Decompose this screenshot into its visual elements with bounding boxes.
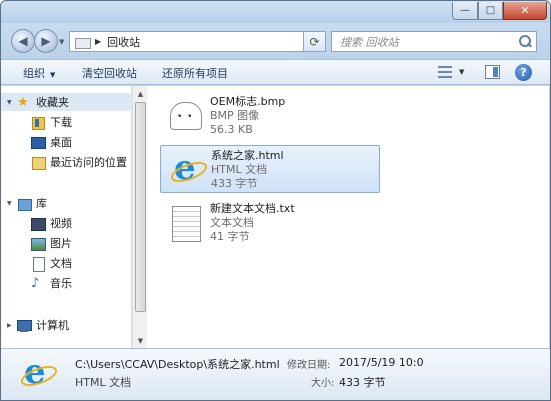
sidebar-item-videos[interactable]: 视频 [1,214,132,232]
help-icon[interactable]: ? [515,64,532,81]
sidebar-item-downloads[interactable]: 下载 [1,113,132,131]
sidebar-item-label: 文档 [50,257,72,270]
chevron-down-icon: ▼ [50,71,56,79]
sidebar-item-computer[interactable]: ▶ 计算机 [1,316,132,334]
file-size: 433 字节 [211,177,258,190]
expand-icon[interactable]: ▶ [7,322,15,329]
desktop-icon [31,136,46,149]
sidebar-item-desktop[interactable]: 桌面 [1,133,132,151]
details-file-type: HTML 文档 [75,376,132,389]
minimize-button[interactable]: — [452,2,478,20]
organize-menu[interactable]: 组织 ▼ [23,65,55,81]
file-type: HTML 文档 [211,163,268,176]
bmp-file-icon [168,98,204,134]
breadcrumb-chevron-icon[interactable]: ▶ [95,37,101,46]
sidebar-item-label: 收藏夹 [36,96,69,109]
details-pane: C:\Users\CCAV\Desktop\系统之家.html HTML 文档 … [1,348,550,400]
sidebar-item-label: 桌面 [50,136,72,149]
address-bar[interactable]: ▶ 回收站 ▼ [69,31,367,52]
file-item-selected[interactable]: 系统之家.html HTML 文档 433 字节 [160,145,380,193]
search-icon[interactable] [516,33,534,51]
sidebar-item-pictures[interactable]: 图片 [1,234,132,252]
refresh-button[interactable]: ⟳ [304,31,326,52]
organize-label: 组织 [23,67,45,80]
collapse-icon[interactable]: ▼ [7,99,15,106]
file-item[interactable]: OEM标志.bmp BMP 图像 56.3 KB [160,92,380,140]
music-icon: ♪ [31,275,40,291]
sidebar-item-music[interactable]: ♪ 音乐 [1,274,132,292]
text-file-icon [168,205,204,242]
file-list: OEM标志.bmp BMP 图像 56.3 KB 系统之家.html HTML … [147,86,549,348]
videos-icon [31,217,46,231]
documents-icon [31,256,45,272]
recent-pages-dropdown[interactable]: ▼ [59,38,64,46]
sidebar-item-documents[interactable]: 文档 [1,254,132,272]
explorer-window: — □ ✕ ◀ ▶ ▼ ▶ 回收站 ▼ ⟳ 搜索 回收站 组织 ▼ 清空回收站 还… [0,0,551,401]
empty-recycle-bin-button[interactable]: 清空回收站 [82,65,137,81]
view-options-dropdown-icon[interactable]: ▼ [459,68,464,76]
details-size-label: 大小: [311,378,335,389]
ie-html-file-icon [19,352,55,392]
sidebar-item-label: 音乐 [50,277,72,290]
preview-pane-icon[interactable] [485,65,500,79]
sidebar-item-label: 计算机 [36,319,69,332]
breadcrumb-recycle-bin[interactable]: 回收站 [107,34,140,50]
scrollbar-thumb[interactable] [135,102,146,312]
file-size: 56.3 KB [210,123,253,136]
sidebar-item-recent[interactable]: 最近访问的位置 [1,153,132,171]
ie-html-file-icon [169,148,205,188]
command-bar: 组织 ▼ 清空回收站 还原所有项目 ▼ ? [1,59,550,85]
search-input[interactable]: 搜索 回收站 [331,31,537,52]
navigation-scrollbar[interactable]: ▲ ▼ [132,86,147,348]
scroll-up-icon[interactable]: ▲ [133,86,148,101]
sidebar-item-label: 最近访问的位置 [50,156,127,169]
details-modified-value: 2017/5/19 10:04 [339,356,423,369]
restore-all-button[interactable]: 还原所有项目 [162,65,228,81]
file-name: OEM标志.bmp [210,95,286,108]
address-row: ◀ ▶ ▼ ▶ 回收站 ▼ ⟳ 搜索 回收站 [1,23,550,59]
back-button[interactable]: ◀ [11,29,35,53]
change-view-icon[interactable] [438,66,452,79]
sidebar-item-label: 库 [36,197,47,210]
details-modified-label: 修改日期: [287,360,331,371]
recent-places-icon [31,156,46,170]
title-bar: — □ ✕ [1,1,550,23]
search-placeholder: 搜索 回收站 [340,35,399,49]
close-button[interactable]: ✕ [503,2,547,20]
sidebar-item-libraries[interactable]: ▼ 库 [1,194,132,212]
forward-button[interactable]: ▶ [34,29,58,53]
file-name: 系统之家.html [211,149,284,162]
navigation-pane: ▼ ★ 收藏夹 下载 桌面 最近访问的位置 ▼ 库 视频 图片 文档 ♪ 音乐 … [1,86,132,348]
file-size: 41 字节 [210,230,250,243]
pictures-icon [31,237,46,251]
file-item[interactable]: 新建文本文档.txt 文本文档 41 字节 [160,199,380,247]
sidebar-item-label: 下载 [50,116,72,129]
star-icon: ★ [17,94,29,110]
maximize-button[interactable]: □ [478,2,503,20]
sidebar-item-label: 视频 [50,217,72,230]
downloads-icon [31,116,45,130]
file-type: BMP 图像 [210,109,260,122]
computer-icon [17,319,32,332]
file-type: 文本文档 [210,216,254,229]
sidebar-item-label: 图片 [50,237,72,250]
sidebar-item-favorites[interactable]: ▼ ★ 收藏夹 [1,93,132,111]
collapse-icon[interactable]: ▼ [7,200,15,207]
libraries-icon [17,197,32,211]
details-file-path: C:\Users\CCAV\Desktop\系统之家.html [75,358,280,371]
recycle-bin-icon [75,36,91,49]
scroll-down-icon[interactable]: ▼ [133,333,148,348]
details-size-value: 433 字节 [339,376,386,389]
file-name: 新建文本文档.txt [210,202,295,215]
